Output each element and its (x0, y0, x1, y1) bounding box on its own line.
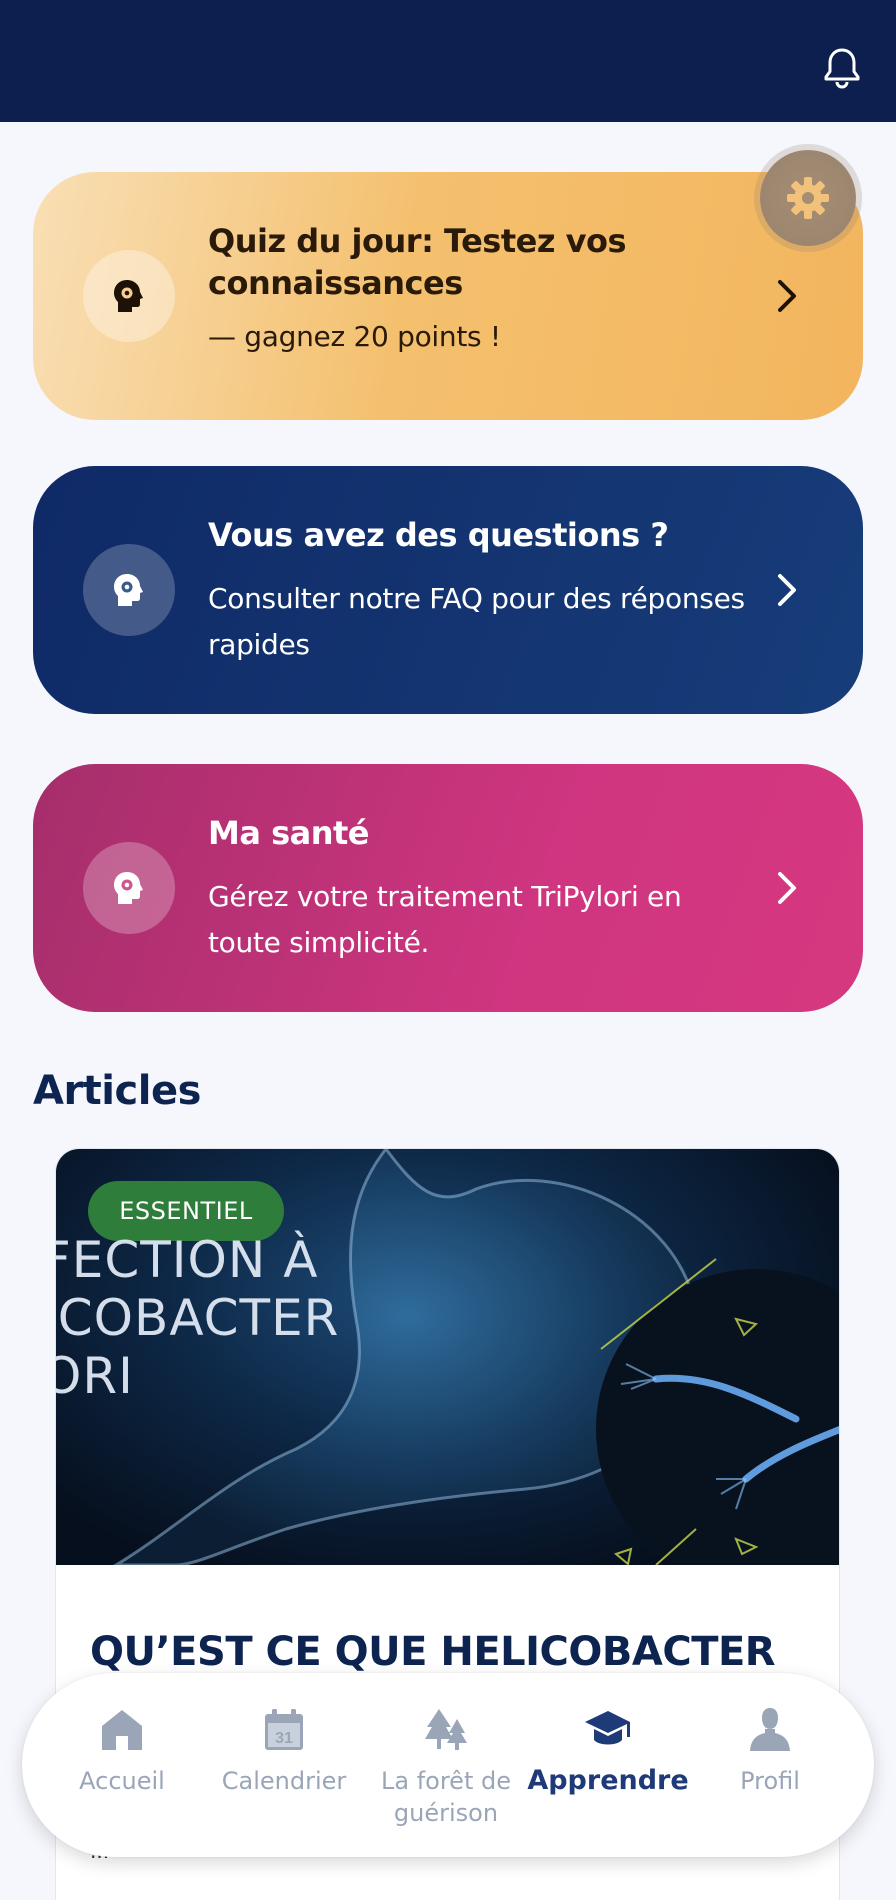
home-icon (102, 1710, 142, 1750)
calendar-icon: 31 (265, 1709, 303, 1750)
articles-heading: Articles (33, 1068, 201, 1114)
gear-icon (787, 177, 829, 219)
head-gear-icon (83, 250, 175, 342)
settings-gear-button[interactable] (760, 150, 856, 246)
nav-accueil[interactable]: Accueil (42, 1705, 202, 1797)
quiz-title: Quiz du jour: Testez vos connaissances (208, 222, 626, 302)
nav-apprendre[interactable]: Apprendre (527, 1705, 689, 1797)
health-title: Ma santé (208, 814, 370, 852)
image-caption-line: FECTION À (56, 1231, 319, 1289)
profile-icon (750, 1708, 790, 1751)
head-gear-icon (83, 842, 175, 934)
chevron-right-icon (778, 872, 796, 904)
health-subtitle: Gérez votre traitement TriPylori en tout… (208, 880, 682, 959)
nav-foret[interactable]: La forêt de guérison (366, 1705, 526, 1829)
chevron-right-icon (778, 280, 796, 312)
article-image: ESSENTIEL FECTION À ICOBACTER ORI (56, 1149, 839, 1565)
trees-icon (425, 1709, 467, 1750)
image-caption-line: ORI (56, 1347, 134, 1405)
bottom-nav: Accueil 31 Calendrier La forêt de guéris… (22, 1673, 874, 1857)
top-bar (0, 0, 896, 122)
nav-profil[interactable]: Profil (690, 1705, 850, 1797)
health-card[interactable]: Ma santé Gérez votre traitement TriPylor… (33, 764, 863, 1012)
image-caption: FECTION À ICOBACTER ORI (56, 1231, 339, 1405)
calendar-day: 31 (275, 1730, 293, 1747)
faq-title: Vous avez des questions ? (208, 516, 669, 554)
head-gear-icon (83, 544, 175, 636)
nav-label: La forêt de guérison (381, 1767, 511, 1827)
nav-label: Profil (740, 1767, 800, 1795)
graduation-cap-icon (585, 1711, 630, 1745)
faq-card[interactable]: Vous avez des questions ? Consulter notr… (33, 466, 863, 714)
chevron-right-icon (778, 574, 796, 606)
faq-subtitle: Consulter notre FAQ pour des réponses ra… (208, 582, 745, 661)
nav-label: Accueil (79, 1767, 165, 1795)
image-caption-line: ICOBACTER (56, 1289, 340, 1347)
article-title: QU’EST CE QUE HELICOBACTER (90, 1629, 776, 1675)
nav-calendrier[interactable]: 31 Calendrier (204, 1705, 364, 1797)
nav-label: Calendrier (221, 1767, 347, 1795)
nav-label: Apprendre (527, 1765, 689, 1796)
bell-icon[interactable] (818, 44, 866, 92)
quiz-subtitle: — gagnez 20 points ! (208, 320, 501, 353)
quiz-card[interactable]: Quiz du jour: Testez vos connaissances —… (33, 172, 863, 420)
